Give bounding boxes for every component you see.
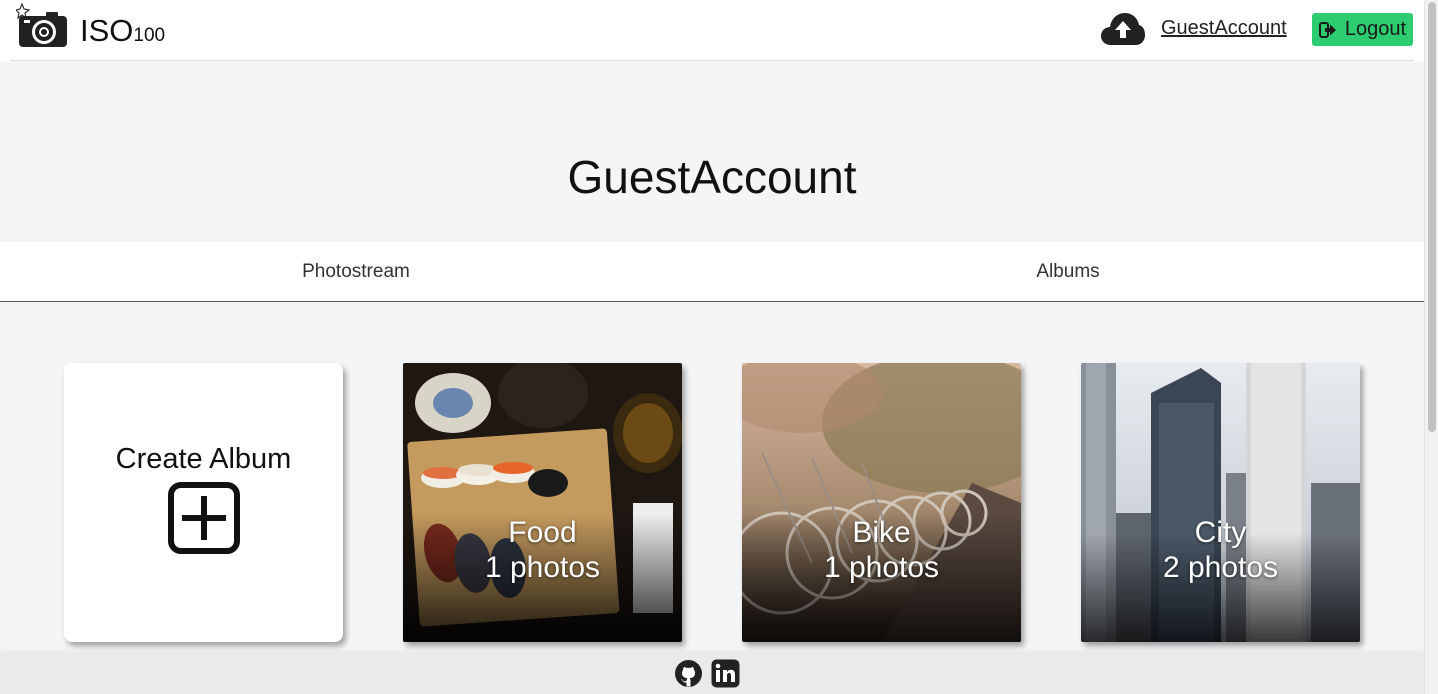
sign-out-icon [1318, 21, 1336, 38]
create-album-card[interactable]: Create Album [64, 363, 343, 642]
logout-label: Logout [1344, 18, 1407, 40]
tab-photostream[interactable]: Photostream [0, 242, 712, 301]
create-album-label: Create Album [115, 443, 292, 475]
logo-text-main: ISO [80, 13, 134, 48]
plus-square-icon [167, 482, 240, 554]
scrollbar-thumb[interactable] [1428, 2, 1436, 432]
account-link[interactable]: GuestAccount [1161, 17, 1287, 40]
page-scrollbar[interactable] [1424, 0, 1438, 694]
footer [0, 653, 1424, 694]
album-card-food[interactable]: Food 1 photos [403, 363, 682, 642]
album-photo-count: 2 photos [1162, 551, 1279, 584]
linkedin-icon[interactable] [711, 659, 740, 688]
profile-tabs: Photostream Albums [0, 242, 1424, 302]
logo-text-sub: 100 [133, 25, 166, 46]
album-overlay: City 2 photos [1081, 363, 1360, 642]
logo[interactable]: ISO100 [16, 2, 165, 48]
album-name: Food [508, 516, 577, 549]
album-overlay: Food 1 photos [403, 363, 682, 642]
github-icon[interactable] [674, 659, 703, 688]
logout-button[interactable]: Logout [1312, 13, 1413, 46]
top-navbar: ISO100 GuestAccount Logout [0, 0, 1424, 61]
album-photo-count: 1 photos [484, 551, 601, 584]
album-overlay: Bike 1 photos [742, 363, 1021, 642]
logo-text: ISO100 [80, 15, 165, 48]
profile-title: GuestAccount [567, 151, 857, 203]
album-photo-count: 1 photos [823, 551, 940, 584]
header-divider [10, 60, 1414, 61]
cloud-upload-icon[interactable] [1100, 11, 1146, 47]
camera-icon [16, 2, 67, 47]
album-card-city[interactable]: City 2 photos [1081, 363, 1360, 642]
album-name: City [1194, 516, 1247, 549]
tab-albums[interactable]: Albums [712, 242, 1424, 301]
album-name: Bike [852, 516, 911, 549]
album-card-bike[interactable]: Bike 1 photos [742, 363, 1021, 642]
